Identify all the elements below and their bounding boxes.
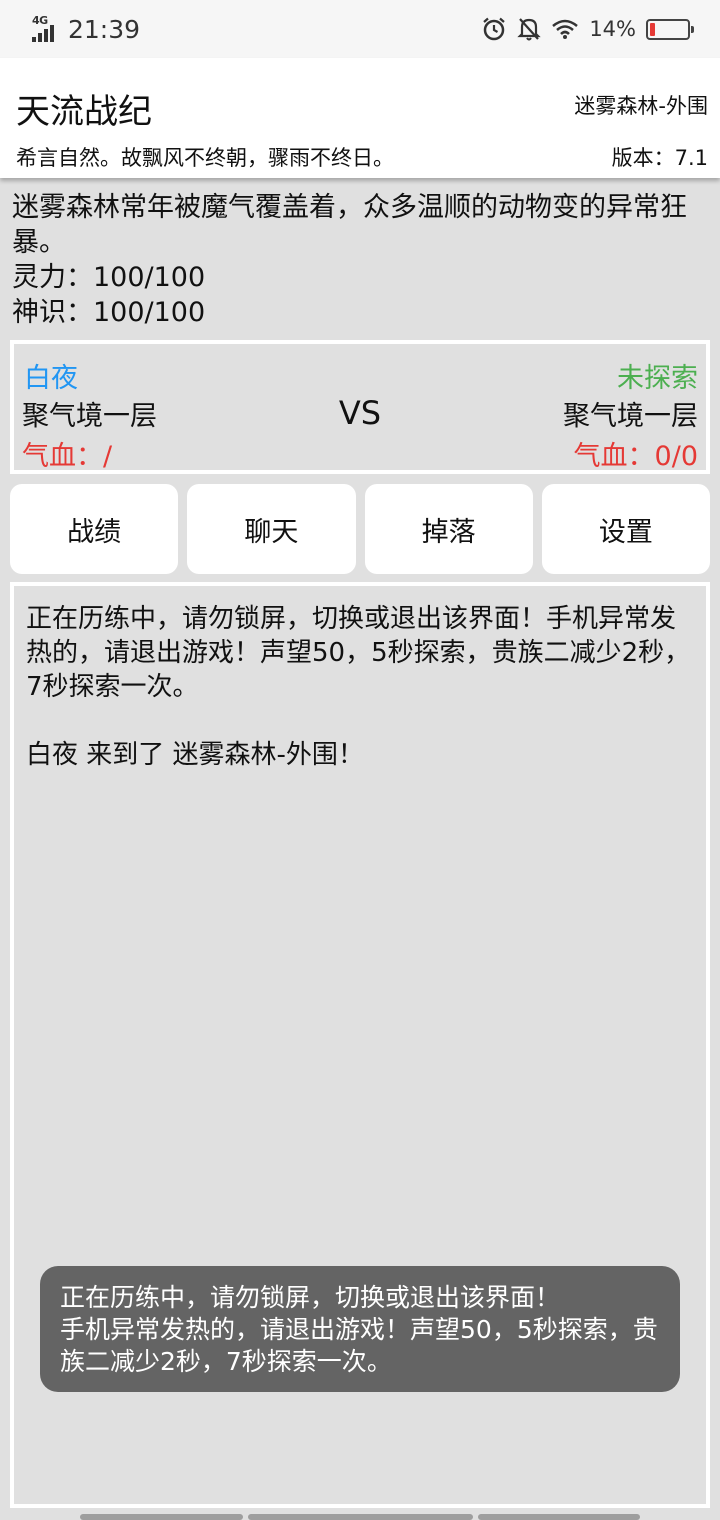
alarm-icon [483, 17, 506, 41]
battery-percent: 14% [589, 17, 636, 41]
enemy-hp-value: 0/0 [654, 441, 698, 472]
wifi-icon [552, 19, 579, 39]
toast-line: 手机异常发热的，请退出游戏！声望50，5秒探索，贵族二减少2秒，7秒探索一次。 [60, 1315, 658, 1376]
signal-icon: 4G [30, 14, 60, 44]
player-hp-label: 气血： [22, 441, 103, 472]
enemy-hp: 气血：0/0 [574, 434, 698, 473]
log-entry: 正在历练中，请勿锁屏，切换或退出该界面！手机异常发热的，请退出游戏！声望50，5… [26, 604, 691, 702]
battery-level [650, 22, 655, 36]
version-label: 版本：7.1 [611, 146, 708, 170]
mute-icon [517, 18, 541, 41]
motto: 希言自然。故飘风不终朝，骤雨不终日。 [16, 146, 394, 170]
app-title: 天流战纪 [16, 92, 152, 132]
status-bar: 4G 21:39 14% [0, 0, 720, 58]
spirit-value: 100/100 [93, 262, 206, 293]
tab-settings[interactable]: 设置 [541, 484, 710, 574]
area-description: 迷雾森林常年被魔气覆盖着，众多温顺的动物变的异常狂暴。 [12, 192, 687, 258]
current-location: 迷雾森林-外围 [574, 94, 708, 118]
battery-icon [646, 18, 694, 40]
spirit-label: 灵力： [12, 262, 93, 293]
handle-segment [80, 1514, 243, 1520]
enemy-realm: 聚气境一层 [563, 401, 698, 432]
toast-line: 正在历练中，请勿锁屏，切换或退出该界面！ [60, 1283, 561, 1312]
tab-bar: 战绩 聊天 掉落 设置 [10, 484, 710, 574]
battle-panel: 白夜 未探索 聚气境一层 VS 聚气境一层 气血：/ 气血：0/0 [10, 340, 710, 474]
handle-segment [478, 1514, 640, 1520]
log-entry: 白夜 来到了 迷雾森林-外围！ [26, 740, 364, 770]
bottom-handles [0, 1514, 720, 1520]
tab-records[interactable]: 战绩 [10, 484, 179, 574]
status-left: 4G 21:39 [30, 12, 140, 46]
clock: 21:39 [68, 14, 141, 44]
status-right: 14% [481, 12, 694, 46]
area-info: 迷雾森林常年被魔气覆盖着，众多温顺的动物变的异常狂暴。 灵力： 100/100 … [12, 190, 712, 330]
spirit-stat: 灵力： 100/100 [12, 260, 712, 295]
tab-chat[interactable]: 聊天 [187, 484, 356, 574]
enemy-name[interactable]: 未探索 [617, 356, 698, 395]
sense-label: 神识： [12, 297, 93, 328]
sense-value: 100/100 [93, 297, 206, 328]
handle-segment [248, 1514, 473, 1520]
player-hp-value: / [103, 441, 113, 472]
tab-drops[interactable]: 掉落 [364, 484, 533, 574]
sense-stat: 神识： 100/100 [12, 295, 712, 330]
toast-message: 正在历练中，请勿锁屏，切换或退出该界面！ 手机异常发热的，请退出游戏！声望50，… [40, 1266, 680, 1392]
player-hp: 气血：/ [22, 434, 112, 473]
enemy-hp-label: 气血： [573, 441, 655, 472]
player-name[interactable]: 白夜 [24, 356, 78, 395]
app-header: 天流战纪 迷雾森林-外围 希言自然。故飘风不终朝，骤雨不终日。 版本：7.1 [0, 58, 720, 178]
